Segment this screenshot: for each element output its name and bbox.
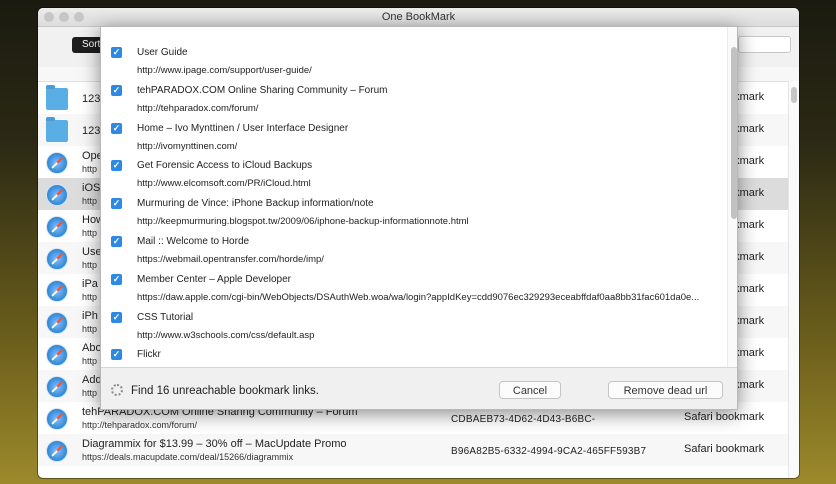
row-title: Abo bbox=[82, 342, 102, 354]
row-url: http bbox=[82, 388, 98, 398]
row-title: Diagrammix for $13.99 – 30% off – MacUpd… bbox=[82, 438, 347, 450]
dead-link-title: tehPARADOX.COM Online Sharing Community … bbox=[137, 84, 388, 96]
spinner-icon bbox=[111, 384, 123, 396]
checkbox[interactable]: ✓ bbox=[111, 273, 122, 285]
row-type: Safari bookmark bbox=[684, 411, 765, 423]
folder-icon bbox=[46, 117, 68, 142]
row-title: iOS bbox=[82, 182, 101, 194]
safari-icon bbox=[46, 152, 68, 174]
dead-link-title: Mail :: Welcome to Horde bbox=[137, 236, 250, 247]
dialog-scrollbar[interactable] bbox=[727, 27, 737, 367]
safari-icon bbox=[46, 184, 68, 206]
row-url: http bbox=[82, 356, 98, 366]
dead-link-title: Home – Ivo Mynttinen / User Interface De… bbox=[137, 122, 349, 134]
search-input[interactable] bbox=[738, 36, 791, 53]
safari-icon bbox=[46, 216, 68, 238]
sort-button[interactable]: Sort bbox=[72, 37, 102, 53]
safari-icon bbox=[46, 280, 68, 302]
dead-link-item: ✓ Mail :: Welcome to Horde https://webmail… bbox=[101, 216, 727, 265]
row-url: http://tehparadox.com/forum/ bbox=[82, 420, 198, 430]
row-url: http bbox=[82, 164, 98, 174]
dead-link-item: ✓ CSS Tutorial http://www.w3schools.com/cs… bbox=[101, 292, 727, 341]
checkbox[interactable]: ✓ bbox=[111, 84, 122, 96]
row-url: http bbox=[82, 260, 98, 270]
title-bar: One BookMark bbox=[38, 8, 799, 27]
window-title: One BookMark bbox=[381, 11, 456, 23]
safari-icon bbox=[46, 440, 68, 462]
row-guid: CDBAEB73-4D62-4D43-B6BC- bbox=[451, 414, 596, 425]
dead-links-dialog: ✓ User Guide http://www.ipage.com/support/… bbox=[100, 26, 738, 410]
dead-link-item: ✓ Flickr bbox=[101, 329, 727, 367]
dead-link-title: Murmuring de Vince: iPhone Backup inform… bbox=[137, 198, 374, 210]
minimize-window-button[interactable] bbox=[59, 12, 69, 22]
row-title: 123 bbox=[82, 125, 101, 137]
dead-link-title: CSS Tutorial bbox=[137, 311, 194, 323]
dead-link-item: ✓ User Guide http://www.ipage.com/support/… bbox=[101, 27, 727, 76]
dead-link-item: ✓ Member Center – Apple Developer https://… bbox=[101, 254, 727, 303]
close-window-button[interactable] bbox=[44, 12, 54, 22]
row-title: 123 bbox=[82, 93, 101, 105]
checkbox[interactable]: ✓ bbox=[111, 236, 122, 247]
folder-icon bbox=[46, 85, 68, 110]
dead-link-item: ✓ Get Forensic Access to iCloud Backups ht… bbox=[101, 140, 727, 189]
dead-link-item: ✓ Home – Ivo Mynttinen / User Interface D… bbox=[101, 103, 727, 152]
row-url: http bbox=[82, 228, 98, 238]
cancel-button[interactable]: Cancel bbox=[499, 381, 561, 399]
row-type: Safari bookmark bbox=[684, 443, 765, 455]
dialog-scroll-thumb[interactable] bbox=[731, 47, 737, 219]
safari-icon bbox=[46, 376, 68, 398]
table-scrollbar[interactable] bbox=[788, 81, 799, 478]
dead-links-list: ✓ User Guide http://www.ipage.com/support/… bbox=[101, 27, 727, 367]
dead-link-title: Get Forensic Access to iCloud Backups bbox=[137, 160, 313, 172]
dead-link-title: User Guide bbox=[137, 47, 188, 58]
safari-icon bbox=[46, 248, 68, 270]
row-guid: B96A82B5-6332-4994-9CA2-465FF593B7 bbox=[451, 446, 647, 457]
dead-link-item: ✓ tehPARADOX.COM Online Sharing Community… bbox=[101, 65, 727, 114]
row-title: Use bbox=[82, 246, 102, 258]
row-url: http bbox=[82, 324, 98, 334]
dead-link-title: Member Center – Apple Developer bbox=[137, 273, 291, 285]
table-scroll-thumb[interactable] bbox=[791, 87, 797, 103]
dead-link-title: Flickr bbox=[137, 349, 161, 361]
status-text: Find 16 unreachable bookmark links. bbox=[131, 385, 319, 397]
checkbox[interactable]: ✓ bbox=[111, 160, 122, 172]
row-url: http bbox=[82, 292, 98, 302]
row-title: iPa bbox=[82, 278, 98, 290]
checkbox[interactable]: ✓ bbox=[111, 198, 122, 210]
safari-icon bbox=[46, 408, 68, 430]
table-row[interactable]: Diagrammix for $13.99 – 30% off – MacUpd… bbox=[38, 434, 788, 466]
checkbox[interactable]: ✓ bbox=[111, 122, 122, 134]
checkbox[interactable]: ✓ bbox=[111, 47, 122, 58]
checkbox[interactable]: ✓ bbox=[111, 311, 122, 323]
row-url: http bbox=[82, 196, 98, 206]
row-title: iPh bbox=[82, 310, 98, 322]
safari-icon bbox=[46, 344, 68, 366]
row-url: https://deals.macupdate.com/deal/15266/d… bbox=[82, 452, 294, 462]
row-title: Add bbox=[82, 374, 102, 386]
dead-link-item: ✓ Murmuring de Vince: iPhone Backup infor… bbox=[101, 178, 727, 227]
dialog-footer: Find 16 unreachable bookmark links. Canc… bbox=[101, 367, 737, 409]
safari-icon bbox=[46, 312, 68, 334]
remove-dead-url-button[interactable]: Remove dead url bbox=[608, 381, 723, 399]
zoom-window-button[interactable] bbox=[74, 12, 84, 22]
checkbox[interactable]: ✓ bbox=[111, 349, 122, 361]
